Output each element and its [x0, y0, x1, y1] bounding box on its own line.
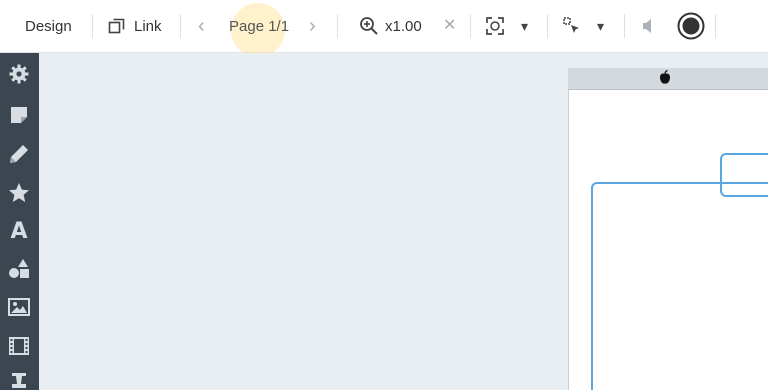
chevron-right-icon: ›: [309, 15, 316, 37]
zoom-reset-button[interactable]: ✕: [443, 0, 456, 53]
selection-dropdown-button[interactable]: ▾: [597, 0, 604, 53]
page-indicator: Page 1/1: [229, 0, 289, 53]
speaker-icon: [641, 18, 655, 34]
apple-icon: [659, 69, 671, 85]
record-icon: [677, 12, 705, 40]
image-icon[interactable]: [7, 295, 31, 319]
page-indicator-label: Page 1/1: [229, 17, 290, 35]
tool-sidebar: A: [0, 53, 39, 390]
zoom-control[interactable]: x1.00: [359, 0, 422, 53]
toolbar-divider: [715, 14, 716, 38]
next-page-button[interactable]: ›: [309, 0, 316, 53]
zoom-label: x1.00: [385, 17, 422, 35]
text-icon[interactable]: A: [7, 218, 31, 244]
selection-tool-button[interactable]: [563, 0, 581, 53]
toolbar-divider: [180, 14, 181, 38]
fit-dropdown-button[interactable]: ▾: [521, 0, 528, 53]
toolbar-divider: [624, 14, 625, 38]
toolbar-divider: [337, 14, 338, 38]
toolbar-divider: [92, 14, 93, 38]
fit-screen-button[interactable]: [486, 0, 504, 53]
copy-link-icon: [108, 17, 126, 35]
star-icon[interactable]: [7, 181, 31, 205]
film-icon[interactable]: [7, 334, 31, 358]
zoom-in-icon: [359, 16, 379, 36]
record-button[interactable]: [677, 0, 705, 53]
link-button[interactable]: Link: [108, 0, 162, 53]
caret-down-icon: ▾: [597, 18, 605, 34]
top-toolbar: Design Link ‹ Page 1/1 › x1.00 ✕ ▾ ▾: [0, 0, 768, 57]
stamp-icon[interactable]: [7, 369, 31, 390]
fit-screen-icon: [486, 17, 504, 35]
speaker-button[interactable]: [641, 0, 655, 53]
gear-icon[interactable]: [7, 62, 31, 86]
link-label: Link: [134, 17, 162, 35]
prev-page-button[interactable]: ‹: [198, 0, 205, 53]
close-icon: ✕: [443, 17, 457, 34]
text-icon-glyph: A: [10, 218, 28, 244]
shapes-icon[interactable]: [7, 257, 31, 281]
caret-down-icon: ▾: [521, 18, 529, 34]
chevron-left-icon: ‹: [198, 15, 205, 37]
pen-icon[interactable]: [7, 142, 31, 166]
sticky-note-icon[interactable]: [7, 103, 31, 127]
selection-cursor-icon: [563, 17, 581, 35]
content-frame-box[interactable]: [591, 182, 768, 390]
design-button[interactable]: Design: [25, 0, 72, 53]
toolbar-divider: [547, 14, 548, 38]
design-label: Design: [25, 17, 72, 35]
toolbar-divider: [470, 14, 471, 38]
